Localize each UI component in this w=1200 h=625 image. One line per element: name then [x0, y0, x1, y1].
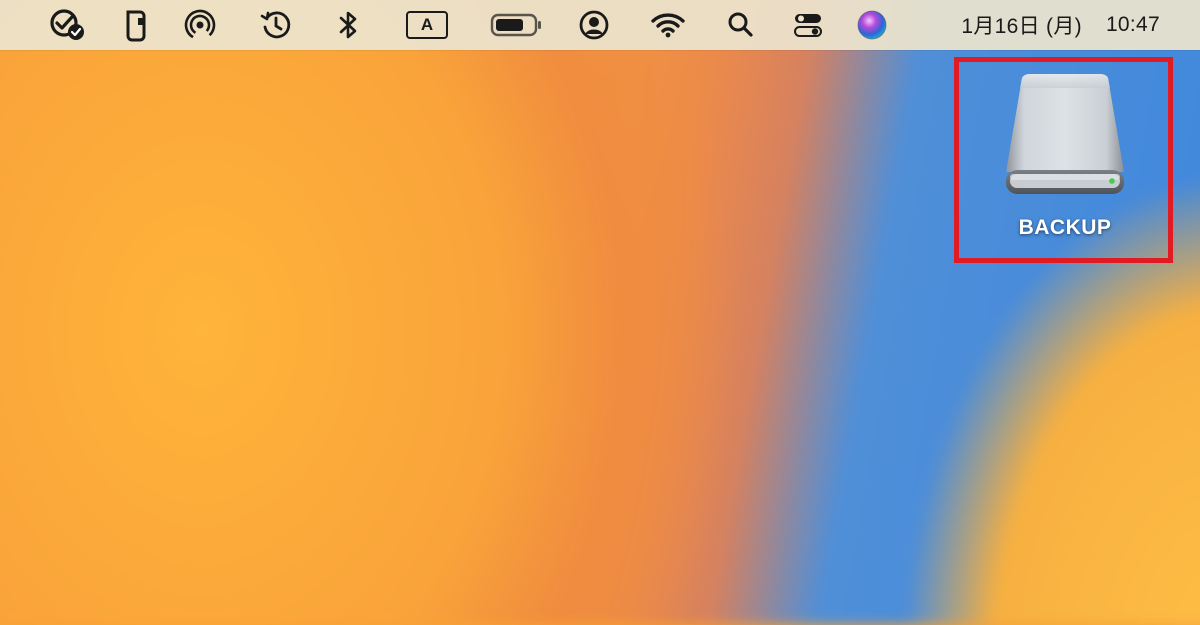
menu-bar-date: 1月16日 (月)	[961, 15, 1082, 38]
bluetooth-icon[interactable]	[332, 0, 364, 50]
battery-icon[interactable]	[488, 0, 546, 50]
menu-bar: A 1月16日 (月) 10:47	[0, 0, 1200, 50]
phone-device-icon[interactable]	[118, 0, 154, 50]
time-machine-icon[interactable]	[256, 0, 296, 50]
menu-bar-clock[interactable]: 1月16日 (月) 10:47	[961, 0, 1160, 50]
siri-icon[interactable]	[852, 0, 892, 50]
spotlight-search-icon[interactable]	[724, 0, 758, 50]
menu-bar-time: 10:47	[1105, 13, 1160, 36]
highlight-box	[954, 57, 1173, 263]
wifi-icon[interactable]	[648, 0, 688, 50]
checkmark-badge-icon[interactable]	[44, 0, 90, 50]
input-source-label: A	[406, 11, 448, 39]
airdrop-icon[interactable]	[180, 0, 220, 50]
input-source-icon[interactable]: A	[404, 0, 450, 50]
control-center-icon[interactable]	[788, 0, 828, 50]
user-account-icon[interactable]	[576, 0, 612, 50]
